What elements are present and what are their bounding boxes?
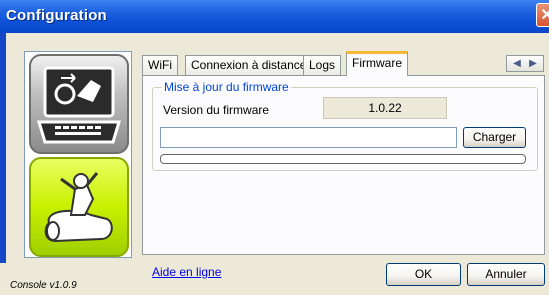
console-version: Console v1.0.9: [10, 280, 77, 291]
online-help-link[interactable]: Aide en ligne: [152, 265, 221, 279]
tab-scroll-next-icon[interactable]: ▶: [525, 56, 541, 71]
sidebar-item-robot[interactable]: [29, 157, 129, 257]
window-left-border: [0, 33, 6, 263]
tab-logs[interactable]: Logs: [303, 55, 342, 75]
tab-scroll-buttons: ◀ ▶: [506, 55, 544, 72]
tab-wifi[interactable]: WiFi: [142, 55, 178, 75]
firmware-version-value: 1.0.22: [323, 97, 447, 119]
load-button[interactable]: Charger: [463, 127, 526, 148]
robot-icon: [44, 172, 113, 243]
laptop-device-icon: [36, 66, 122, 144]
title-bar: Configuration ✕: [0, 0, 549, 33]
tab-scroll-prev-icon[interactable]: ◀: [509, 56, 525, 71]
close-button[interactable]: ✕: [536, 3, 549, 27]
window-title: Configuration: [6, 7, 107, 24]
sidebar-item-device[interactable]: [29, 54, 129, 154]
close-icon: ✕: [540, 7, 549, 24]
cancel-button[interactable]: Annuler: [467, 263, 545, 286]
firmware-progress-bar: [160, 154, 526, 164]
ok-button[interactable]: OK: [386, 263, 461, 286]
firmware-file-field[interactable]: [160, 127, 457, 148]
category-panel: [24, 51, 132, 258]
firmware-version-label: Version du firmware: [163, 103, 270, 117]
firmware-update-group-title: Mise à jour du firmware: [162, 80, 291, 94]
tab-remote-connection[interactable]: Connexion à distance: [185, 55, 313, 75]
tab-firmware[interactable]: Firmware: [346, 51, 408, 76]
